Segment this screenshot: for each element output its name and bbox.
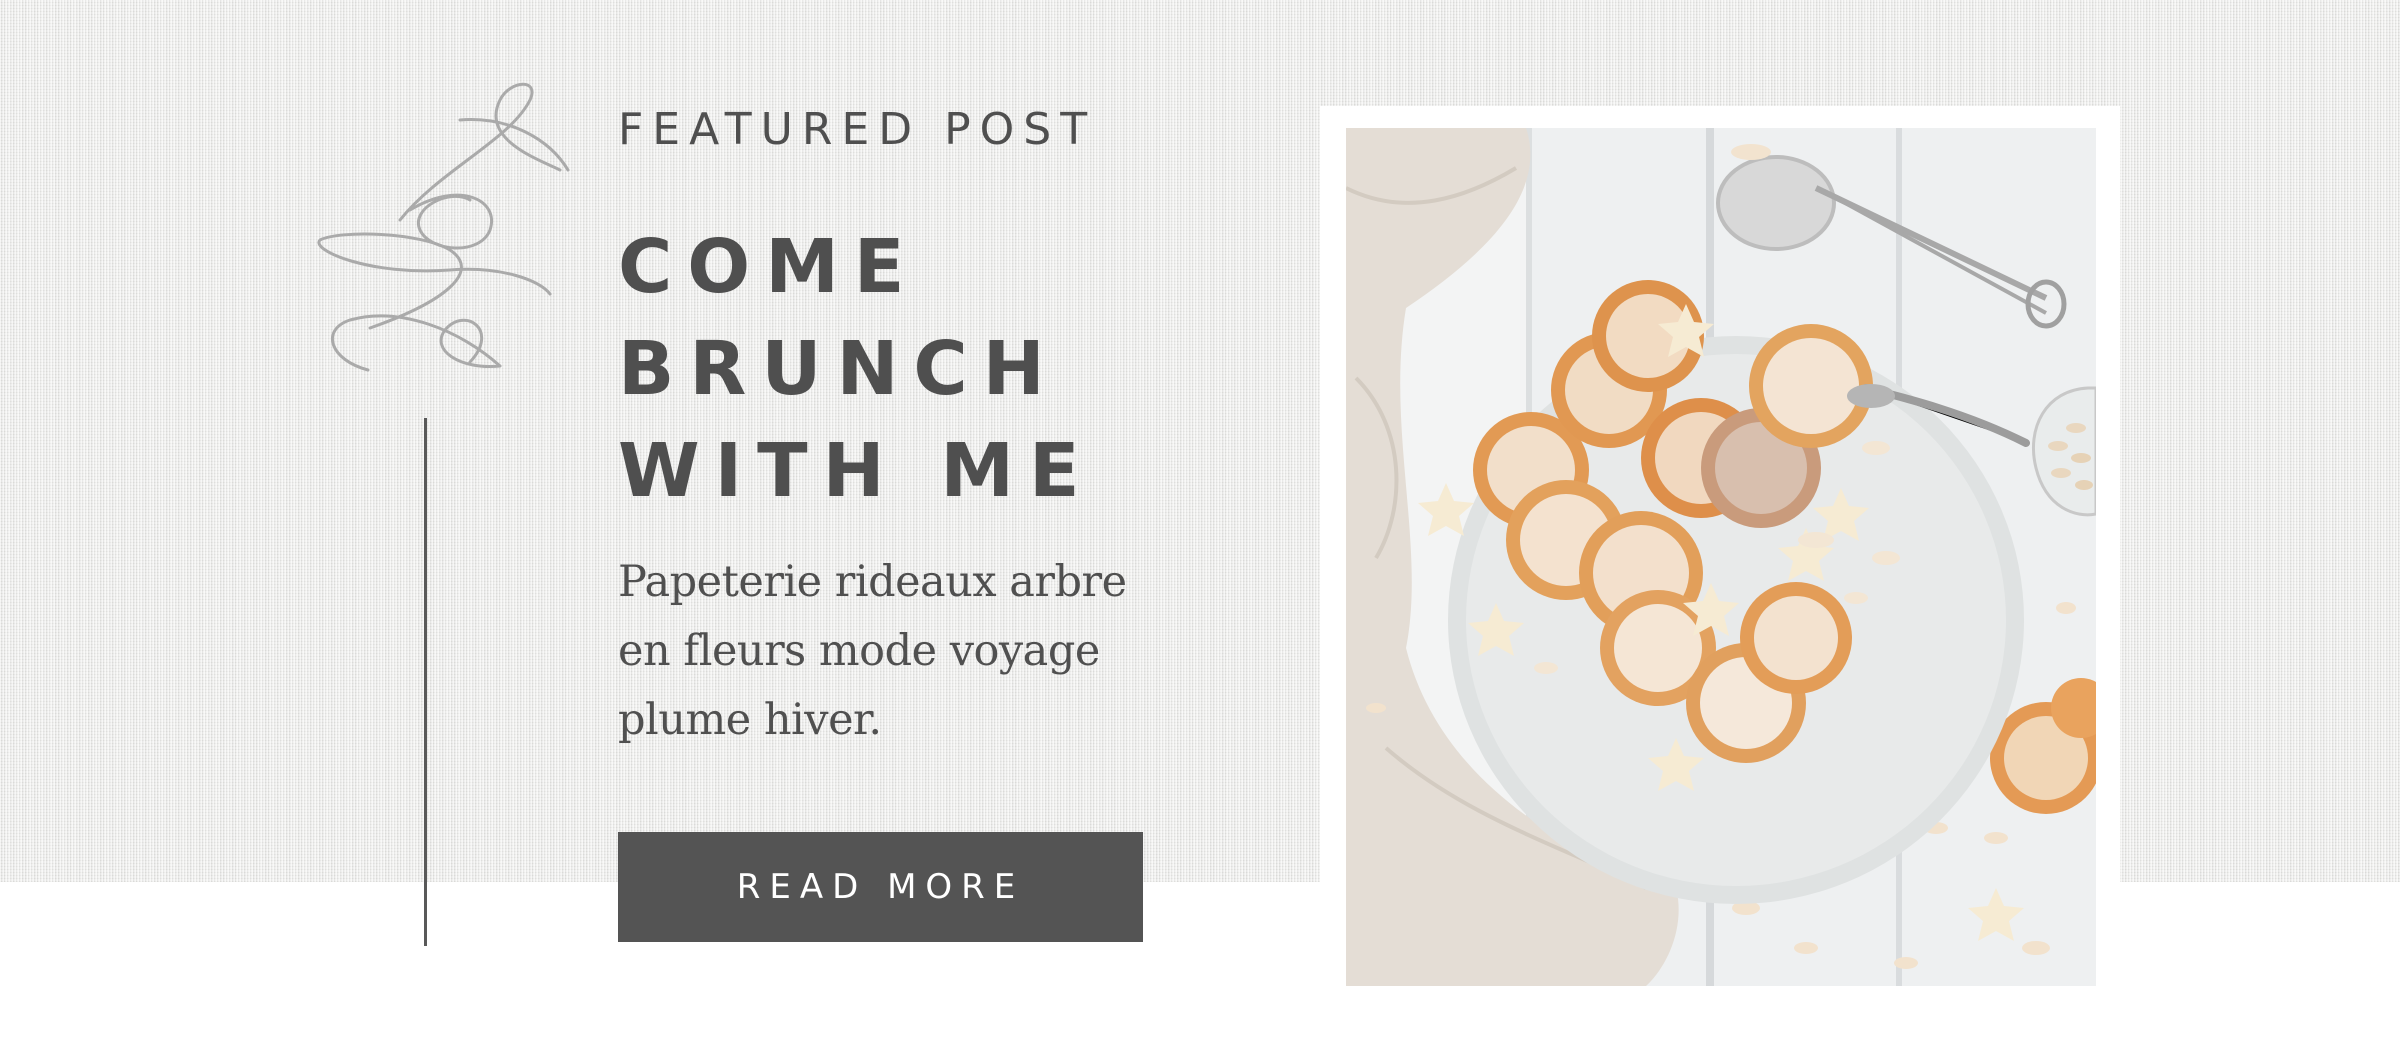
read-more-button[interactable]: READ MORE bbox=[618, 832, 1143, 942]
post-title: COME BRUNCH WITH ME bbox=[618, 216, 1178, 522]
post-title-line-3: WITH ME bbox=[618, 428, 1095, 514]
post-excerpt: Papeterie rideaux arbre en fleurs mode v… bbox=[618, 557, 1127, 745]
post-title-line-1: COME bbox=[618, 224, 920, 310]
featured-post-label: FEATURED POST bbox=[618, 104, 1097, 155]
post-title-line-2: BRUNCH bbox=[618, 326, 1060, 412]
vertical-divider-line bbox=[424, 418, 427, 946]
blog-script-logo bbox=[310, 80, 580, 400]
featured-post-image[interactable] bbox=[1346, 128, 2096, 986]
